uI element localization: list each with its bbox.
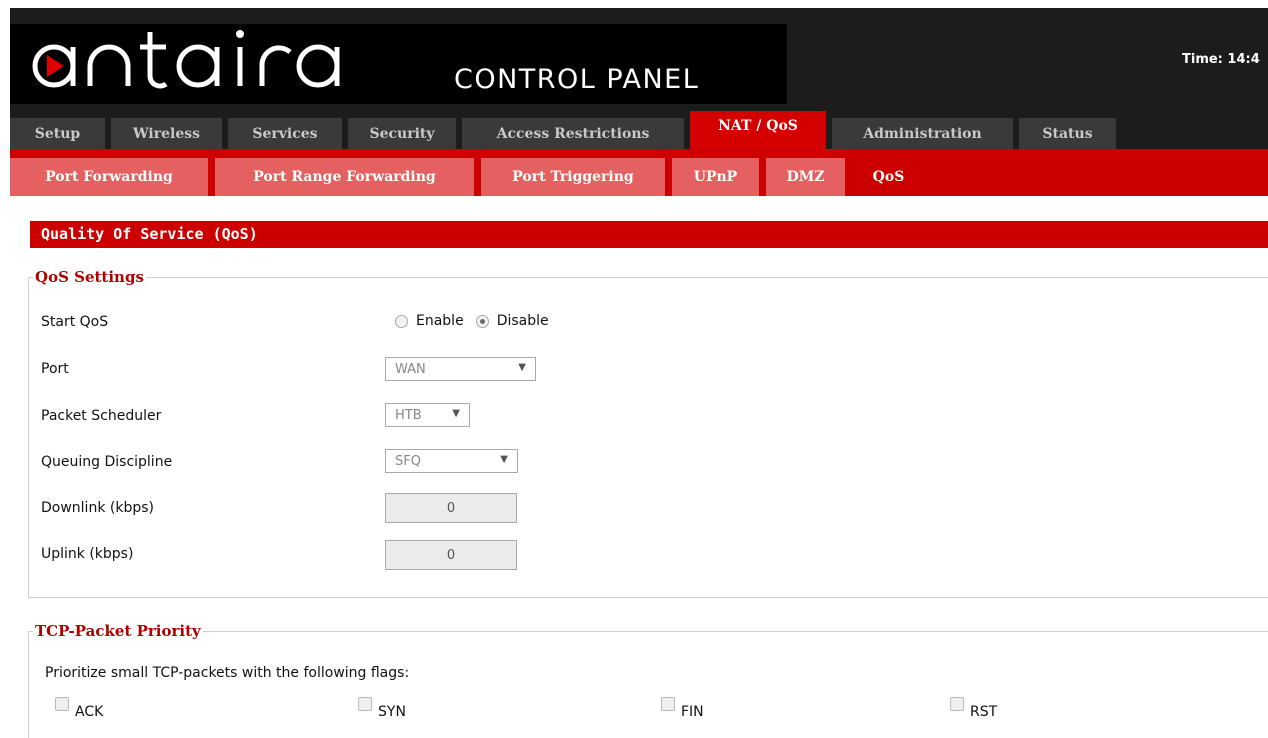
subtab-port-forwarding[interactable]: Port Forwarding [10,158,208,196]
fin-label: FIN [681,704,704,720]
rst-checkbox[interactable] [950,697,964,711]
fin-checkbox[interactable] [661,697,675,711]
start-qos-label: Start QoS [41,314,109,330]
tab-nat-qos[interactable]: NAT / QoS [690,111,826,149]
subtab-qos[interactable]: QoS [852,158,925,196]
subtab-upnp[interactable]: UPnP [672,158,759,196]
start-qos-options: Enable Disable [395,313,561,329]
rst-option[interactable]: RST [950,697,997,720]
tab-setup[interactable]: Setup [10,118,105,149]
tab-services[interactable]: Services [228,118,342,149]
tab-security[interactable]: Security [348,118,456,149]
subtab-dmz[interactable]: DMZ [766,158,845,196]
subtab-port-range-forwarding[interactable]: Port Range Forwarding [215,158,474,196]
ack-label: ACK [75,704,104,720]
clock-label: Time: 14:4 [1182,52,1260,67]
packet-scheduler-value: HTB [395,407,422,423]
enable-radio[interactable] [395,314,408,328]
play-icon [47,55,64,77]
rst-label: RST [970,704,998,720]
queuing-discipline-select[interactable]: SFQ ▼ [385,449,518,473]
tab-administration[interactable]: Administration [832,118,1013,149]
tcp-instruction: Prioritize small TCP-packets with the fo… [45,665,410,681]
chevron-down-icon: ▼ [500,454,508,465]
queuing-discipline-label: Queuing Discipline [41,454,173,470]
antaira-logo [32,30,340,89]
port-select[interactable]: WAN ▼ [385,357,536,381]
tcp-priority-legend: TCP-Packet Priority [35,622,201,640]
packet-scheduler-select[interactable]: HTB ▼ [385,403,470,427]
disable-label: Disable [496,313,549,329]
control-panel-title: CONTROL PANEL [454,64,700,95]
downlink-label: Downlink (kbps) [41,500,154,516]
uplink-input[interactable] [385,540,517,570]
qos-settings-legend: QoS Settings [35,268,144,286]
qos-settings-section: QoS Settings [28,268,1268,598]
tab-status[interactable]: Status [1019,118,1116,149]
subtab-port-triggering[interactable]: Port Triggering [481,158,665,196]
disable-radio[interactable] [475,314,489,328]
port-select-value: WAN [395,361,426,377]
fin-option[interactable]: FIN [661,697,704,720]
uplink-label: Uplink (kbps) [41,546,134,562]
sub-tabs: Port Forwarding Port Range Forwarding Po… [10,158,925,196]
syn-checkbox[interactable] [358,697,372,711]
tab-access-restrictions[interactable]: Access Restrictions [462,118,684,149]
packet-scheduler-label: Packet Scheduler [41,408,162,424]
logo: CONTROL PANEL [10,24,787,104]
ack-checkbox[interactable] [55,697,69,711]
tab-wireless[interactable]: Wireless [111,118,222,149]
downlink-input[interactable] [385,493,517,523]
syn-label: SYN [378,704,406,720]
ack-option[interactable]: ACK [55,697,103,720]
port-label: Port [41,361,69,377]
chevron-down-icon: ▼ [518,362,526,373]
top-strip [0,0,1268,8]
chevron-down-icon: ▼ [452,408,460,419]
main-tabs: Setup Wireless Services Security Access … [10,111,1116,149]
enable-label: Enable [416,313,464,329]
syn-option[interactable]: SYN [358,697,406,720]
queuing-discipline-value: SFQ [395,453,421,469]
page-title: Quality Of Service (QoS) [30,221,1268,248]
